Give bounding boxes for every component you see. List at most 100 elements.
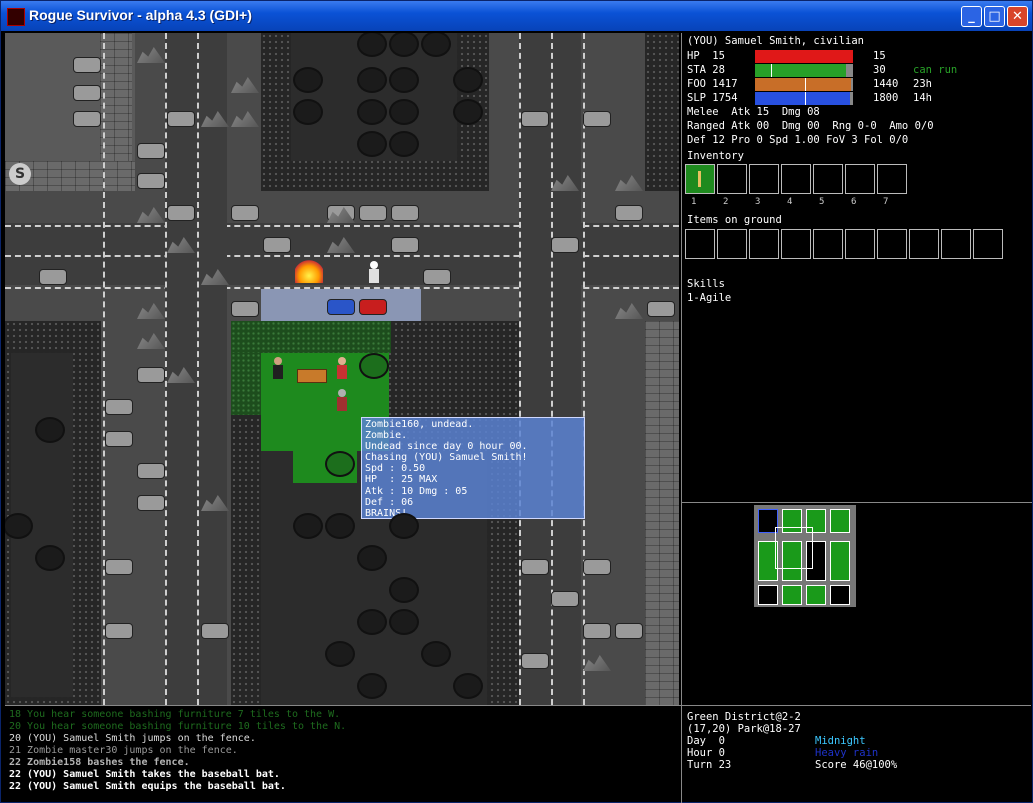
app-icon [7,8,25,26]
tooltip-line: Def : 06 [365,496,414,508]
maximize-button[interactable]: □ [984,6,1005,27]
inventory-slot-3[interactable] [749,164,779,194]
character-panel: (YOU) Samuel Smith, civilian HP 15 15 ST… [683,33,1029,501]
tooltip-line: Undead since day 0 hour 00. [365,441,528,453]
tree-icon [327,643,353,665]
ground-items-label: Items on ground [687,214,782,226]
tree-icon [391,611,417,633]
tooltip-line: Chasing (YOU) Samuel Smith! [365,452,528,464]
car-icon [137,495,165,511]
food-bar [755,78,853,91]
road-marking [165,33,167,705]
inventory-slot-5[interactable] [813,164,843,194]
skeleton-sprite[interactable] [367,261,381,285]
car-icon [137,463,165,479]
tree-icon [359,69,385,91]
car-icon [583,559,611,575]
ground-slot-4[interactable] [781,229,811,259]
tree-icon [455,101,481,123]
hp-max: 15 [873,50,886,62]
log-line: 22 (YOU) Samuel Smith equips the basebal… [9,781,286,792]
close-button[interactable]: ✕ [1007,6,1028,27]
location-coords: (17,20) Park@18-27 [687,723,801,735]
log-line: 22 (YOU) Samuel Smith takes the baseball… [9,769,280,780]
ground-slot-10[interactable] [973,229,1003,259]
minimap-view-rect [775,527,813,569]
road-marking [583,33,585,705]
player-sprite[interactable] [335,357,349,381]
panel-divider [5,705,1031,706]
game-window: Rogue Survivor - alpha 4.3 (GDI+) _ □ ✕ [0,0,1033,803]
title-bar[interactable]: Rogue Survivor - alpha 4.3 (GDI+) _ □ ✕ [1,1,1032,31]
inventory-slot-2[interactable] [717,164,747,194]
tree-icon [359,547,385,569]
subway-sign-icon: S [9,163,31,185]
car-icon [327,299,355,315]
car-icon [359,205,387,221]
rubble-icon [615,303,643,319]
ground-slot-1[interactable] [685,229,715,259]
world-status: Green District@2-2 (17,20) Park@18-27 Da… [683,707,1029,801]
car-icon [583,623,611,639]
sleep-hours: 14h [913,92,932,104]
car-icon [583,111,611,127]
tree-icon [359,101,385,123]
tree-icon [391,33,417,55]
minimap-cell [830,509,850,533]
minimap-cell [806,585,826,605]
tree-icon [5,515,31,537]
car-icon [137,143,165,159]
minimap[interactable] [683,505,1029,705]
ground-slot-2[interactable] [717,229,747,259]
turn-counter: Turn 23 [687,759,732,771]
ground-slot-6[interactable] [845,229,875,259]
minimap-cell [782,585,802,605]
tree-icon [359,33,385,55]
hedge-fence [231,321,391,353]
inventory-slot-1[interactable] [685,164,715,194]
log-line: 22 Zombie158 bashes the fence. [9,757,190,768]
car-icon [137,173,165,189]
minimap-cell [758,585,778,605]
ground-slot-8[interactable] [909,229,939,259]
zombie-sprite[interactable] [335,389,349,413]
tree-icon [359,133,385,155]
rubble-icon [137,333,165,349]
car-icon [391,237,419,253]
district-name: Green District@2-2 [687,711,801,723]
inventory-label: Inventory [687,150,744,162]
car-icon [73,85,101,101]
car-icon [647,301,675,317]
window-title: Rogue Survivor - alpha 4.3 (GDI+) [29,7,252,23]
ground-slot-5[interactable] [813,229,843,259]
car-icon [105,399,133,415]
hp-bar [755,50,853,63]
inventory-slot-7[interactable] [877,164,907,194]
ground-slot-3[interactable] [749,229,779,259]
slot-number: 4 [787,197,793,207]
log-line: 18 You hear someone bashing furniture 7 … [9,709,341,720]
log-line: 20 (YOU) Samuel Smith jumps on the fence… [9,733,256,744]
ground-slot-9[interactable] [941,229,971,259]
baseball-bat-icon [698,171,701,187]
inventory-slot-4[interactable] [781,164,811,194]
tree-icon [391,133,417,155]
car-icon [105,623,133,639]
tree-icon [423,643,449,665]
tree-icon [391,579,417,601]
melee-stats: Melee Atk 15 Dmg 08 [687,106,820,118]
minimize-button[interactable]: _ [961,6,982,27]
score: Score 46@100% [815,759,898,771]
map-view[interactable]: S Zombie160, undead. Zombie. Undead sinc… [5,33,679,705]
inventory-slot-6[interactable] [845,164,875,194]
zombie-master-sprite[interactable] [271,357,285,381]
car-icon [359,299,387,315]
food-max: 1440 [873,78,899,90]
log-line: 21 Zombie master30 jumps on the fence. [9,745,238,756]
road-marking [103,33,105,705]
slot-number: 5 [819,197,825,207]
ranged-stats: Ranged Atk 00 Dmg 00 Rng 0-0 Amo 0/0 [687,120,934,132]
ground-slot-7[interactable] [877,229,907,259]
car-icon [391,205,419,221]
bench-icon [297,369,327,383]
